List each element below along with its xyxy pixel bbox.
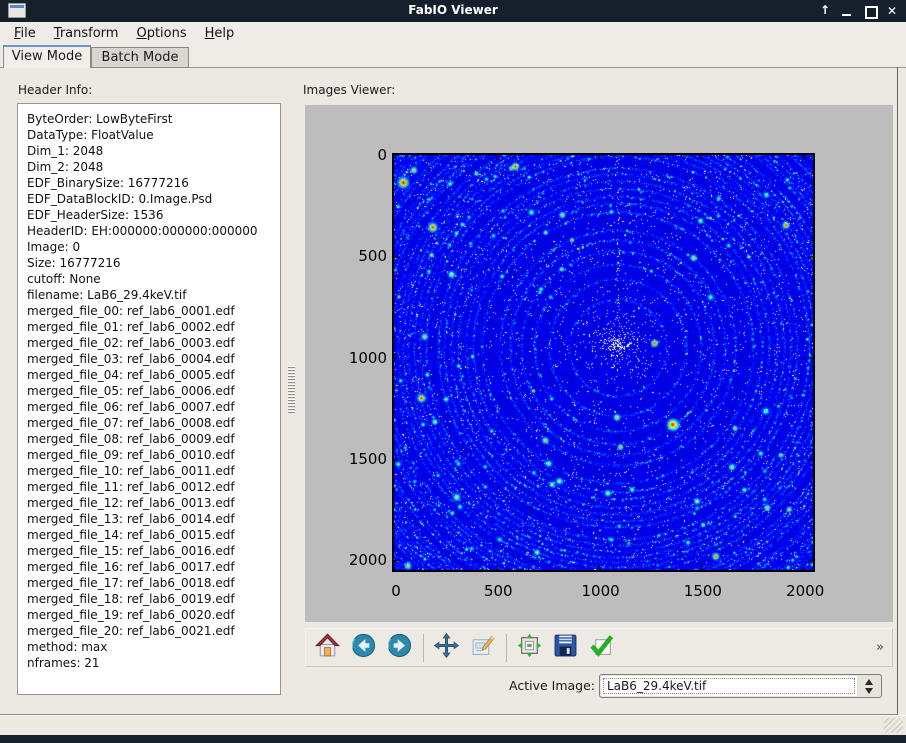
spinner-down-icon — [865, 688, 873, 694]
x-tick-label: 1000 — [566, 582, 636, 600]
menu-bar: FileTransformOptionsHelp — [0, 22, 906, 45]
header-line: merged_file_02: ref_lab6_0003.edf — [27, 335, 276, 351]
header-line: ByteOrder: LowByteFirst — [27, 111, 276, 127]
header-line: merged_file_04: ref_lab6_0005.edf — [27, 367, 276, 383]
header-line: merged_file_18: ref_lab6_0019.edf — [27, 591, 276, 607]
header-line: Dim_1: 2048 — [27, 143, 276, 159]
header-line: DataType: FloatValue — [27, 127, 276, 143]
y-tick-label: 1500 — [327, 450, 387, 468]
header-line: merged_file_13: ref_lab6_0014.edf — [27, 511, 276, 527]
header-line: EDF_HeaderSize: 1536 — [27, 207, 276, 223]
menu-file[interactable]: File — [5, 24, 45, 43]
y-tick-label: 500 — [327, 247, 387, 265]
images-viewer-label: Images Viewer: — [303, 83, 395, 97]
x-tick-label: 2000 — [770, 582, 840, 600]
header-line: Image: 0 — [27, 239, 276, 255]
header-line: HeaderID: EH:000000:000000:000000 — [27, 223, 276, 239]
header-line: merged_file_03: ref_lab6_0004.edf — [27, 351, 276, 367]
plot-toolbar: » — [305, 628, 893, 667]
x-tick-label: 1500 — [668, 582, 738, 600]
header-line: merged_file_12: ref_lab6_0013.edf — [27, 495, 276, 511]
menu-transform[interactable]: Transform — [45, 24, 128, 43]
pan-move-icon — [434, 633, 459, 662]
active-image-label: Active Image: — [509, 678, 595, 693]
customize-button[interactable] — [468, 634, 496, 662]
home-button[interactable] — [313, 634, 341, 662]
header-line: merged_file_17: ref_lab6_0018.edf — [27, 575, 276, 591]
header-line: merged_file_09: ref_lab6_0010.edf — [27, 447, 276, 463]
header-line: filename: LaB6_29.4keV.tif — [27, 287, 276, 303]
save-button[interactable] — [551, 634, 579, 662]
shade-icon[interactable] — [817, 4, 831, 18]
window-title: FabIO Viewer — [0, 3, 906, 17]
header-info-textarea[interactable]: ByteOrder: LowByteFirstDataType: FloatVa… — [17, 103, 281, 695]
header-line: merged_file_07: ref_lab6_0008.edf — [27, 415, 276, 431]
toolbar-separator — [423, 634, 424, 662]
diffraction-image-canvas[interactable] — [394, 155, 813, 570]
header-line: Dim_2: 2048 — [27, 159, 276, 175]
header-line: Size: 16777216 — [27, 255, 276, 271]
forward-arrow-icon — [387, 633, 412, 662]
save-floppy-icon — [553, 633, 578, 662]
configure-subplots-icon — [517, 633, 542, 662]
menu-options[interactable]: Options — [127, 24, 195, 43]
y-tick-label: 1000 — [327, 349, 387, 367]
close-icon[interactable] — [886, 4, 900, 18]
title-bar: FabIO Viewer — [0, 0, 906, 22]
header-line: merged_file_11: ref_lab6_0012.edf — [27, 479, 276, 495]
header-info-label: Header Info: — [18, 83, 92, 97]
resize-grip[interactable] — [884, 718, 903, 733]
header-line: merged_file_20: ref_lab6_0021.edf — [27, 623, 276, 639]
toolbar-overflow-chevron[interactable]: » — [876, 640, 884, 655]
active-image-value[interactable]: LaB6_29.4keV.tif — [601, 676, 857, 696]
header-line: merged_file_01: ref_lab6_0002.edf — [27, 319, 276, 335]
header-line: cutoff: None — [27, 271, 276, 287]
apply-check-button[interactable] — [587, 634, 615, 662]
configure-subplots-button[interactable] — [515, 634, 543, 662]
minimize-icon[interactable] — [840, 4, 854, 18]
header-line: merged_file_16: ref_lab6_0017.edf — [27, 559, 276, 575]
header-line: merged_file_10: ref_lab6_0011.edf — [27, 463, 276, 479]
app-body: FileTransformOptionsHelp Batch Mode View… — [0, 22, 906, 735]
header-line: merged_file_19: ref_lab6_0020.edf — [27, 607, 276, 623]
combo-spinner-button[interactable] — [857, 676, 880, 696]
status-bar — [0, 715, 906, 735]
plot-figure-area: 0 500 1000 1500 2000 0 500 1000 1500 2000 — [305, 105, 893, 622]
maximize-icon[interactable] — [863, 4, 877, 18]
header-line: merged_file_05: ref_lab6_0006.edf — [27, 383, 276, 399]
x-tick-label: 500 — [463, 582, 533, 600]
pan-button[interactable] — [432, 634, 460, 662]
window-controls — [817, 0, 900, 22]
header-line: merged_file_08: ref_lab6_0009.edf — [27, 431, 276, 447]
home-icon — [315, 633, 340, 662]
header-line: EDF_BinarySize: 16777216 — [27, 175, 276, 191]
header-line: merged_file_06: ref_lab6_0007.edf — [27, 399, 276, 415]
spinner-up-icon — [865, 679, 873, 685]
tab-frame-right-border — [897, 67, 898, 715]
back-arrow-icon — [351, 633, 376, 662]
header-line: nframes: 21 — [27, 655, 276, 671]
header-line: merged_file_15: ref_lab6_0016.edf — [27, 543, 276, 559]
forward-button[interactable] — [385, 634, 413, 662]
toolbar-separator — [506, 634, 507, 662]
tab-bar: Batch Mode View Mode — [0, 45, 906, 67]
menu-help[interactable]: Help — [196, 24, 244, 43]
splitter-handle[interactable] — [288, 366, 295, 414]
header-line: merged_file_00: ref_lab6_0001.edf — [27, 303, 276, 319]
app-window: FabIO Viewer FileTransformOptionsHelp Ba… — [0, 0, 906, 743]
check-icon — [589, 633, 614, 662]
header-line: merged_file_14: ref_lab6_0015.edf — [27, 527, 276, 543]
x-tick-label: 0 — [361, 582, 431, 600]
customize-edit-icon — [470, 633, 495, 662]
header-line: method: max — [27, 639, 276, 655]
active-image-combobox[interactable]: LaB6_29.4keV.tif — [599, 674, 882, 698]
y-tick-label: 2000 — [327, 551, 387, 569]
header-line: EDF_DataBlockID: 0.Image.Psd — [27, 191, 276, 207]
tab-view-mode[interactable]: View Mode — [3, 45, 91, 68]
back-button[interactable] — [349, 634, 377, 662]
diffraction-image-frame — [392, 153, 815, 572]
y-tick-label: 0 — [327, 146, 387, 164]
tab-batch-mode[interactable]: Batch Mode — [91, 47, 189, 68]
